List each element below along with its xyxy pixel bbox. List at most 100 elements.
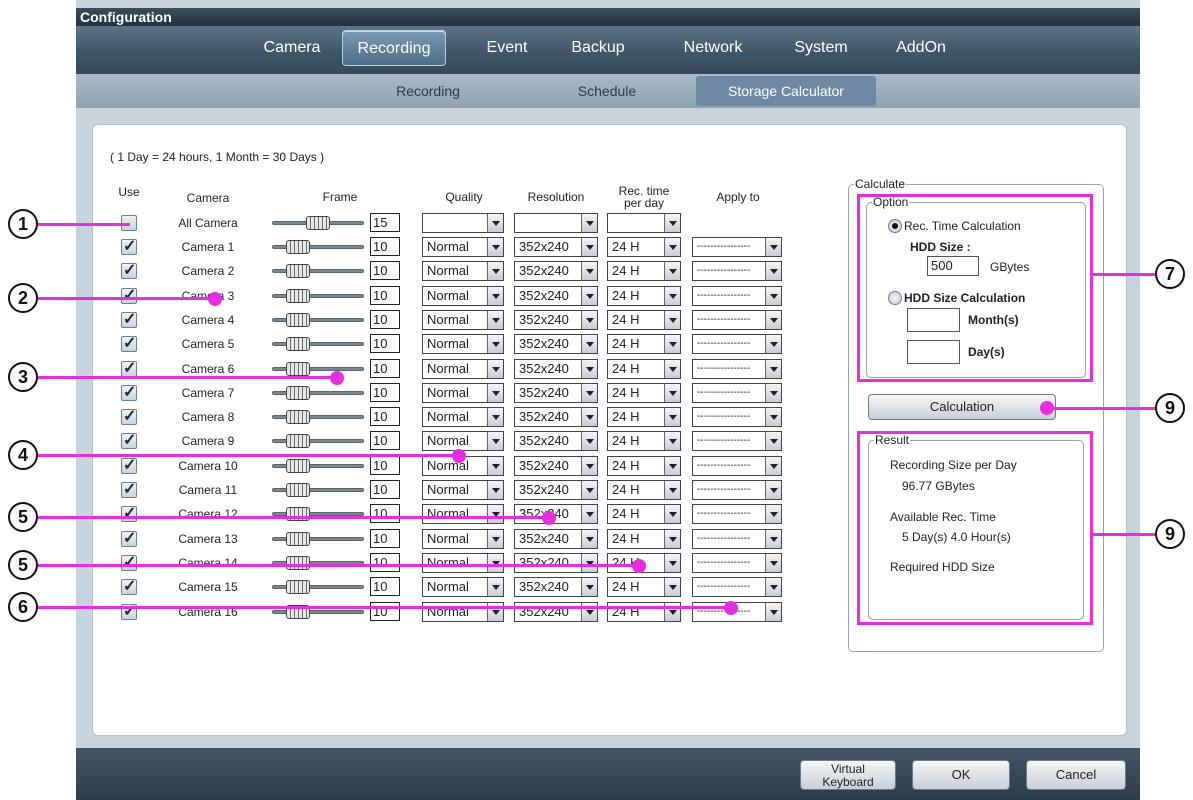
camera-frame-input[interactable]: 10 xyxy=(370,310,400,329)
camera-rec-time-select[interactable]: 24 H xyxy=(607,286,681,306)
tab-recording[interactable]: Recording xyxy=(342,30,446,66)
camera-frame-input[interactable]: 10 xyxy=(370,431,400,450)
camera-resolution-select[interactable]: 352x240 xyxy=(514,407,598,427)
camera-rec-time-select[interactable]: 24 H xyxy=(607,261,681,281)
camera-frame-slider[interactable] xyxy=(272,313,364,327)
tab-camera[interactable]: Camera xyxy=(252,30,332,66)
camera-apply-to-select[interactable]: ---------------- xyxy=(692,383,782,403)
camera-frame-input[interactable]: 10 xyxy=(370,237,400,256)
camera-use-checkbox[interactable]: ✓ xyxy=(121,311,137,328)
camera-frame-slider[interactable] xyxy=(272,410,364,424)
camera-apply-to-select[interactable]: ---------------- xyxy=(692,407,782,427)
camera-use-checkbox[interactable]: ✓ xyxy=(121,335,137,352)
camera-rec-time-select[interactable]: 24 H xyxy=(607,383,681,403)
camera-quality-select[interactable]: Normal xyxy=(422,310,504,330)
camera-apply-to-select[interactable]: ---------------- xyxy=(692,529,782,549)
slider-thumb[interactable] xyxy=(286,434,310,448)
subtab-storage-calculator[interactable]: Storage Calculator xyxy=(696,76,876,106)
camera-use-checkbox[interactable]: ✓ xyxy=(121,554,137,571)
camera-resolution-select[interactable]: 352x240 xyxy=(514,577,598,597)
camera-rec-time-select[interactable]: 24 H xyxy=(607,407,681,427)
camera-use-checkbox[interactable]: ✓ xyxy=(121,457,137,474)
months-input[interactable] xyxy=(907,308,960,332)
camera-quality-select[interactable]: Normal xyxy=(422,237,504,257)
camera-rec-time-select[interactable]: 24 H xyxy=(607,504,681,524)
camera-rec-time-select[interactable]: 24 H xyxy=(607,310,681,330)
camera-frame-slider[interactable] xyxy=(272,580,364,594)
camera-resolution-select[interactable]: 352x240 xyxy=(514,310,598,330)
all-camera-resolution-select[interactable] xyxy=(514,213,598,233)
camera-quality-select[interactable]: Normal xyxy=(422,577,504,597)
hdd-size-input[interactable]: 500 xyxy=(927,256,979,276)
camera-quality-select[interactable]: Normal xyxy=(422,407,504,427)
camera-frame-slider[interactable] xyxy=(272,483,364,497)
camera-rec-time-select[interactable]: 24 H xyxy=(607,334,681,354)
camera-resolution-select[interactable]: 352x240 xyxy=(514,359,598,379)
camera-frame-slider[interactable] xyxy=(272,240,364,254)
camera-frame-input[interactable]: 10 xyxy=(370,407,400,426)
all-camera-frame-slider[interactable] xyxy=(272,216,364,230)
all-camera-rec-time-select[interactable] xyxy=(607,213,681,233)
camera-frame-slider[interactable] xyxy=(272,532,364,546)
slider-thumb[interactable] xyxy=(286,580,310,594)
subtab-recording[interactable]: Recording xyxy=(376,76,480,106)
camera-resolution-select[interactable]: 352x240 xyxy=(514,383,598,403)
camera-frame-slider[interactable] xyxy=(272,337,364,351)
camera-quality-select[interactable]: Normal xyxy=(422,504,504,524)
camera-frame-slider[interactable] xyxy=(272,264,364,278)
slider-thumb[interactable] xyxy=(286,240,310,254)
camera-frame-input[interactable]: 10 xyxy=(370,383,400,402)
camera-quality-select[interactable]: Normal xyxy=(422,383,504,403)
camera-resolution-select[interactable]: 352x240 xyxy=(514,529,598,549)
camera-quality-select[interactable]: Normal xyxy=(422,334,504,354)
camera-resolution-select[interactable]: 352x240 xyxy=(514,334,598,354)
camera-frame-input[interactable]: 10 xyxy=(370,456,400,475)
camera-resolution-select[interactable]: 352x240 xyxy=(514,261,598,281)
camera-apply-to-select[interactable]: ---------------- xyxy=(692,286,782,306)
camera-use-checkbox[interactable]: ✓ xyxy=(121,408,137,425)
hdd-size-calc-radio[interactable] xyxy=(888,291,902,305)
camera-apply-to-select[interactable]: ---------------- xyxy=(692,261,782,281)
camera-use-checkbox[interactable]: ✓ xyxy=(121,578,137,595)
slider-thumb[interactable] xyxy=(286,337,310,351)
camera-apply-to-select[interactable]: ---------------- xyxy=(692,553,782,573)
cancel-button[interactable]: Cancel xyxy=(1026,760,1126,790)
camera-frame-input[interactable]: 10 xyxy=(370,359,400,378)
camera-quality-select[interactable]: Normal xyxy=(422,602,504,622)
camera-use-checkbox[interactable]: ✓ xyxy=(121,238,137,255)
camera-use-checkbox[interactable]: ✓ xyxy=(121,287,137,304)
camera-resolution-select[interactable]: 352x240 xyxy=(514,553,598,573)
camera-use-checkbox[interactable]: ✓ xyxy=(121,360,137,377)
camera-apply-to-select[interactable]: ---------------- xyxy=(692,237,782,257)
camera-quality-select[interactable]: Normal xyxy=(422,480,504,500)
camera-apply-to-select[interactable]: ---------------- xyxy=(692,359,782,379)
camera-frame-slider[interactable] xyxy=(272,362,364,376)
rec-time-calc-radio[interactable] xyxy=(888,219,902,233)
camera-apply-to-select[interactable]: ---------------- xyxy=(692,431,782,451)
slider-thumb[interactable] xyxy=(286,556,310,570)
camera-frame-input[interactable]: 10 xyxy=(370,261,400,280)
camera-quality-select[interactable]: Normal xyxy=(422,431,504,451)
camera-frame-slider[interactable] xyxy=(272,386,364,400)
slider-thumb[interactable] xyxy=(286,362,310,376)
ok-button[interactable]: OK xyxy=(912,760,1010,790)
camera-frame-input[interactable]: 10 xyxy=(370,480,400,499)
camera-use-checkbox[interactable]: ✓ xyxy=(121,481,137,498)
camera-rec-time-select[interactable]: 24 H xyxy=(607,456,681,476)
slider-thumb[interactable] xyxy=(286,386,310,400)
camera-frame-input[interactable]: 10 xyxy=(370,602,400,621)
camera-apply-to-select[interactable]: ---------------- xyxy=(692,334,782,354)
slider-thumb[interactable] xyxy=(306,216,330,230)
slider-thumb[interactable] xyxy=(286,532,310,546)
camera-frame-input[interactable]: 10 xyxy=(370,553,400,572)
slider-thumb[interactable] xyxy=(286,264,310,278)
camera-quality-select[interactable]: Normal xyxy=(422,286,504,306)
camera-use-checkbox[interactable]: ✓ xyxy=(121,505,137,522)
tab-addon[interactable]: AddOn xyxy=(888,30,954,66)
all-camera-frame-input[interactable]: 15 xyxy=(370,213,400,232)
camera-resolution-select[interactable]: 352x240 xyxy=(514,480,598,500)
camera-frame-input[interactable]: 10 xyxy=(370,504,400,523)
camera-apply-to-select[interactable]: ---------------- xyxy=(692,577,782,597)
camera-use-checkbox[interactable]: ✓ xyxy=(121,262,137,279)
camera-frame-input[interactable]: 10 xyxy=(370,286,400,305)
